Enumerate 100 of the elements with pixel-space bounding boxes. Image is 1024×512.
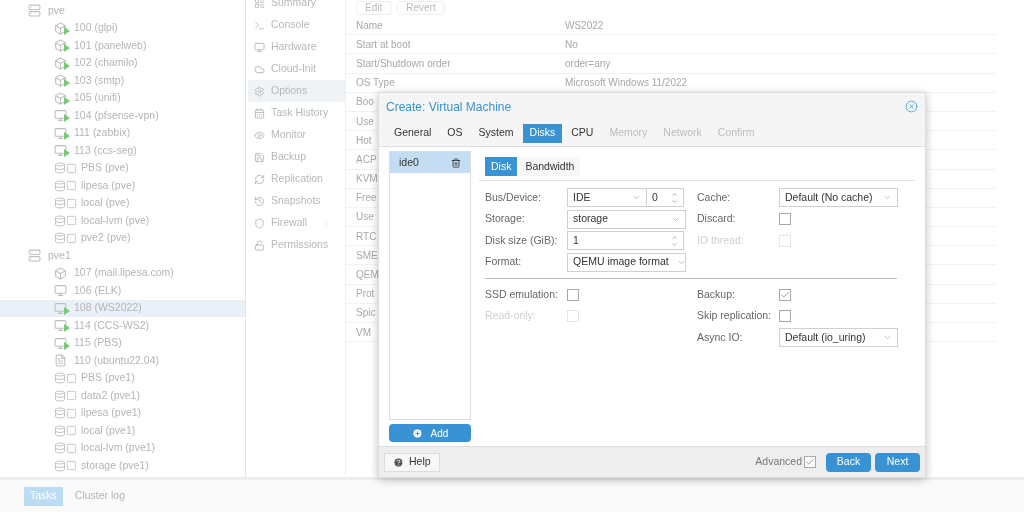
field-label: Cache: xyxy=(697,189,732,205)
tree-item[interactable]: lipesa (pve1) xyxy=(0,404,245,422)
nav-item[interactable]: Snapshots xyxy=(248,190,345,212)
advanced-checkbox[interactable] xyxy=(804,456,816,468)
nav-item[interactable]: Console xyxy=(248,14,345,36)
tree-item[interactable]: 105 (unifi) xyxy=(0,89,245,107)
tree-item[interactable]: 103 (smtp) xyxy=(0,72,245,90)
tree-item[interactable]: data2 (pve1) xyxy=(0,387,245,405)
option-name: QEM xyxy=(356,269,379,281)
tree-item[interactable]: 107 (mail.lipesa.com) xyxy=(0,264,245,282)
wizard-tab[interactable]: System xyxy=(471,123,521,143)
select-field[interactable]: Default (io_uring) xyxy=(779,328,898,348)
select-field[interactable]: QEMU image format xyxy=(567,252,686,272)
nav-item[interactable]: Task History xyxy=(248,102,345,124)
tree-item[interactable]: pve1 xyxy=(0,247,245,265)
wizard-tab[interactable]: CPU xyxy=(564,123,601,143)
option-name: Hot xyxy=(356,134,372,146)
tree-item[interactable]: pve xyxy=(0,2,245,20)
plus-icon xyxy=(411,427,423,439)
node-icon xyxy=(28,4,44,18)
disk-item[interactable]: ide0 xyxy=(390,152,470,173)
storage-icon xyxy=(54,214,77,227)
bus-select[interactable]: IDE xyxy=(567,188,647,208)
storage-icon xyxy=(54,162,77,175)
dialog-title: Create: Virtual Machine xyxy=(386,98,512,116)
number-field[interactable]: 1 xyxy=(567,231,684,251)
subtab[interactable]: Disk xyxy=(485,157,518,176)
storage-icon xyxy=(54,179,77,192)
tree-item[interactable]: local-lvm (pve1) xyxy=(0,439,245,457)
nav-item[interactable]: Monitor xyxy=(248,124,345,146)
tree-item[interactable]: local-lvm (pve) xyxy=(0,212,245,230)
option-name: Start at boot xyxy=(356,38,411,50)
wizard-tab[interactable]: Disks xyxy=(522,123,563,143)
tree-item[interactable]: 110 (ubuntu22.04) xyxy=(0,352,245,370)
nav-item[interactable]: Backup xyxy=(248,146,345,168)
tree-item[interactable]: 104 (pfsense-vpn) xyxy=(0,107,245,125)
wizard-button[interactable]: Next xyxy=(875,452,920,472)
subtab[interactable]: Bandwidth xyxy=(519,157,581,176)
toolbar-button[interactable]: Revert xyxy=(397,1,445,15)
trash-icon[interactable] xyxy=(451,157,461,168)
tree-item[interactable]: 101 (panelweb) xyxy=(0,37,245,55)
help-button[interactable]: Help xyxy=(384,452,440,472)
tree-item[interactable]: 106 (ELK) xyxy=(0,282,245,300)
toolbar-button[interactable]: Edit xyxy=(356,1,392,15)
wizard-tab[interactable]: General xyxy=(387,123,439,143)
field-label: Discard: xyxy=(697,211,737,227)
add-button[interactable]: Add xyxy=(389,424,471,442)
checkbox[interactable] xyxy=(779,310,791,323)
tree-item[interactable]: PBS (pve1) xyxy=(0,369,245,387)
device-spinner[interactable]: 0 xyxy=(647,188,684,208)
node-icon xyxy=(28,249,44,263)
bottom-tab[interactable]: Tasks xyxy=(24,486,63,506)
select-field[interactable]: Default (No cache) xyxy=(779,188,898,208)
tree-item[interactable]: 108 (WS2022) xyxy=(0,299,245,317)
save-icon xyxy=(254,151,265,163)
refresh-icon xyxy=(254,173,265,185)
option-name: Start/Shutdown order xyxy=(356,57,451,69)
storage-icon xyxy=(54,459,77,472)
wizard-button[interactable]: Back xyxy=(826,452,871,472)
spinner-icon[interactable] xyxy=(671,233,678,248)
tree-item[interactable]: 114 (CCS-WS2) xyxy=(0,317,245,335)
wizard-tab[interactable]: OS xyxy=(440,123,470,143)
option-name: RTC xyxy=(356,230,377,242)
field-label: SSD emulation: xyxy=(485,286,559,302)
nav-item[interactable]: Firewall xyxy=(248,212,345,234)
option-name: Use xyxy=(356,115,374,127)
nav-item[interactable]: Options xyxy=(248,80,345,102)
tree-item[interactable]: local (pve) xyxy=(0,194,245,212)
nav-item[interactable]: Hardware xyxy=(248,36,345,58)
checkbox[interactable] xyxy=(779,288,791,301)
checkbox[interactable] xyxy=(779,213,791,226)
checkbox[interactable] xyxy=(567,288,579,301)
option-name: ACP xyxy=(356,153,377,165)
tree-item[interactable]: PBS (pve) xyxy=(0,159,245,177)
nav-item[interactable]: Permissions xyxy=(248,234,345,256)
tree-item[interactable]: 115 (PBS) xyxy=(0,334,245,352)
tree-item[interactable]: 102 (chamilo) xyxy=(0,54,245,72)
tree-item[interactable]: local (pve1) xyxy=(0,422,245,440)
spinner-icon[interactable] xyxy=(671,190,678,205)
tree-item[interactable]: storage (pve1) xyxy=(0,457,245,475)
option-value: No xyxy=(565,37,578,52)
option-name: Name xyxy=(356,19,383,31)
nav-item[interactable]: Cloud-Init xyxy=(248,58,345,80)
option-name: OS Type xyxy=(356,77,395,89)
field-label: Backup: xyxy=(697,286,736,302)
nav-item[interactable]: Replication xyxy=(248,168,345,190)
bottom-tab[interactable]: Cluster log xyxy=(68,486,132,506)
tree-item[interactable]: 100 (glpi) xyxy=(0,19,245,37)
tree-item[interactable]: 111 (zabbix) xyxy=(0,124,245,142)
storage-icon xyxy=(54,424,77,437)
tree-item[interactable]: 113 (ccs-seg) xyxy=(0,142,245,160)
option-value: order=any xyxy=(565,56,611,71)
field-label: Async IO: xyxy=(697,329,744,345)
terminal-icon xyxy=(254,19,265,31)
tree-item[interactable]: lipesa (pve) xyxy=(0,177,245,195)
select-field[interactable]: storage xyxy=(567,209,686,229)
advanced-label: Advanced xyxy=(755,454,802,470)
tree-item[interactable]: pve2 (pve) xyxy=(0,229,245,247)
option-value: Microsoft Windows 11/2022 xyxy=(565,76,688,91)
close-icon[interactable] xyxy=(905,100,918,113)
